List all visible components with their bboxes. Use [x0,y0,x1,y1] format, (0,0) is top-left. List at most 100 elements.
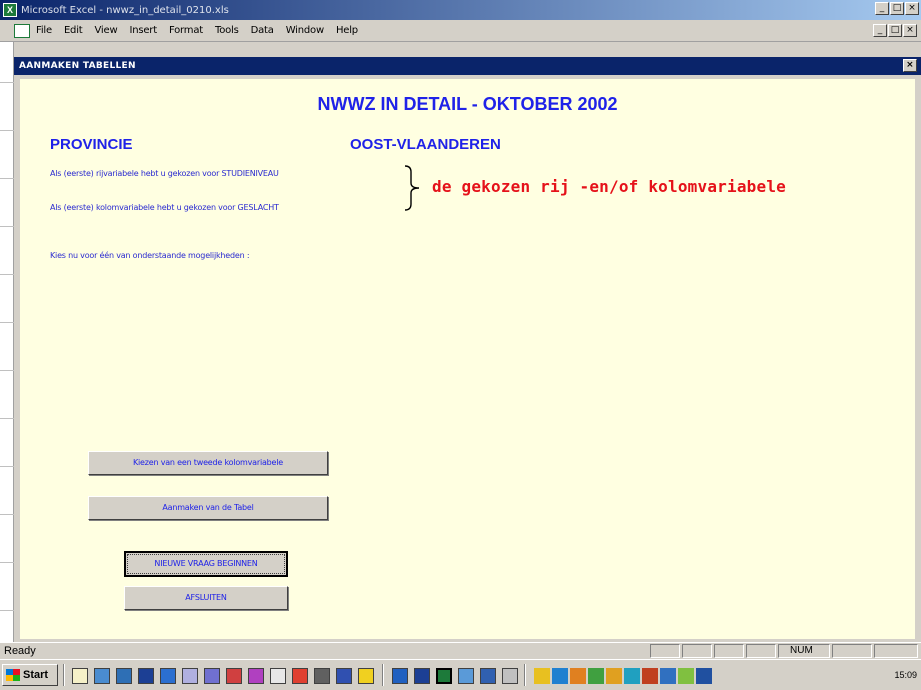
workbook-icon[interactable] [14,23,30,38]
menu-tools[interactable]: Tools [215,25,239,36]
tray-icon[interactable] [678,668,694,684]
menu-window[interactable]: Window [286,25,324,36]
row-divider [0,610,14,611]
task-word-icon[interactable] [414,668,430,684]
app-icon[interactable] [160,668,176,684]
browser-icon[interactable] [94,668,110,684]
province-value: OOST-VLAANDEREN [350,136,501,153]
minimize-button[interactable]: _ [875,2,889,15]
tray-icon[interactable] [552,668,568,684]
app-icon[interactable] [314,668,330,684]
aanmaken-tabellen-dialog: AANMAKEN TABELLEN × NWWZ IN DETAIL - OKT… [14,57,921,642]
taskbar-separator [524,664,526,686]
app-icon[interactable] [292,668,308,684]
menu-data[interactable]: Data [251,25,274,36]
workbook-close-button[interactable]: × [903,24,917,37]
row-divider [0,418,14,419]
task-window-icon[interactable] [458,668,474,684]
choose-instruction: Kies nu voor één van onderstaande mogeli… [50,251,250,260]
excel-window: X Microsoft Excel - nwwz_in_detail_0210.… [0,0,921,690]
tray-icon[interactable] [588,668,604,684]
task-window-icon[interactable] [502,668,518,684]
status-bar: Ready NUM [0,642,921,659]
tray-icon[interactable] [534,668,550,684]
app-icon[interactable] [182,668,198,684]
app-icon[interactable] [270,668,286,684]
workbook-restore-button[interactable]: □ [888,24,902,37]
dialog-close-button[interactable]: × [903,59,917,72]
annotation-text: de gekozen rij -en/of kolomvariabele [432,177,786,196]
quicklaunch-app-icon[interactable] [72,668,88,684]
close-button[interactable]: × [905,2,919,15]
app-window-controls: _ □ × [875,2,919,15]
app-icon[interactable] [226,668,242,684]
page-title: NWWZ IN DETAIL - OKTOBER 2002 [317,94,618,114]
tray-icon[interactable] [642,668,658,684]
status-panel [650,644,680,658]
app-icon[interactable] [336,668,352,684]
taskbar-clock: 15:09 [894,670,917,680]
curly-brace-icon [404,165,420,211]
status-panel [746,644,776,658]
start-button[interactable]: Start [2,664,58,686]
app-titlebar: X Microsoft Excel - nwwz_in_detail_0210.… [0,0,921,20]
workbook-window-controls: _ □ × [873,24,917,37]
app-title: Microsoft Excel - nwwz_in_detail_0210.xl… [21,4,229,16]
tray-icon[interactable] [696,668,712,684]
menu-format[interactable]: Format [169,25,203,36]
excel-app-icon[interactable]: X [3,3,17,17]
word-icon[interactable] [138,668,154,684]
task-window-icon[interactable] [480,668,496,684]
status-panel [714,644,744,658]
start-label: Start [23,669,49,681]
row-divider [0,226,14,227]
task-window-icon[interactable] [392,668,408,684]
windows-logo-icon [6,669,20,681]
taskbar-separator [382,664,384,686]
row-divider [0,562,14,563]
app-icon[interactable] [248,668,264,684]
dialog-titlebar: AANMAKEN TABELLEN × [14,57,921,75]
menu-file[interactable]: File [36,25,52,36]
tray-icon[interactable] [606,668,622,684]
menu-view[interactable]: View [95,25,118,36]
row-divider [0,130,14,131]
menu-bar: File Edit View Insert Format Tools Data … [0,20,921,42]
province-label: PROVINCIE [50,136,133,153]
tray-icon[interactable] [624,668,640,684]
make-table-button[interactable]: Aanmaken van de Tabel [88,496,328,520]
row-divider [0,178,14,179]
column-variable-text: Als (eerste) kolomvariabele hebt u gekoz… [50,203,279,212]
status-panel [874,644,918,658]
num-lock-indicator: NUM [790,645,813,656]
windows-taskbar: Start 15:09 [0,659,921,690]
maximize-button[interactable]: □ [890,2,904,15]
status-ready: Ready [4,645,36,657]
close-dialog-button[interactable]: AFSLUITEN [124,586,288,610]
status-panel [682,644,712,658]
menu-edit[interactable]: Edit [64,25,83,36]
row-divider [0,82,14,83]
row-divider [0,274,14,275]
row-variable-text: Als (eerste) rijvariabele hebt u gekozen… [50,169,279,178]
app-icon[interactable] [358,668,374,684]
row-divider [0,322,14,323]
tray-icon[interactable] [660,668,676,684]
second-column-variable-button[interactable]: Kiezen van een tweede kolomvariabele [88,451,328,475]
tray-icon[interactable] [570,668,586,684]
menu-help[interactable]: Help [336,25,358,36]
taskbar-separator [63,664,65,686]
row-divider [0,466,14,467]
status-panel [832,644,872,658]
row-divider [0,514,14,515]
sheet-row-headers [0,42,14,642]
dialog-title: AANMAKEN TABELLEN [19,61,136,71]
row-divider [0,370,14,371]
task-excel-icon[interactable] [436,668,452,684]
new-question-button[interactable]: NIEUWE VRAAG BEGINNEN [124,551,288,577]
dialog-body: NWWZ IN DETAIL - OKTOBER 2002 PROVINCIE … [20,79,915,639]
mail-icon[interactable] [116,668,132,684]
app-icon[interactable] [204,668,220,684]
workbook-minimize-button[interactable]: _ [873,24,887,37]
menu-insert[interactable]: Insert [129,25,157,36]
